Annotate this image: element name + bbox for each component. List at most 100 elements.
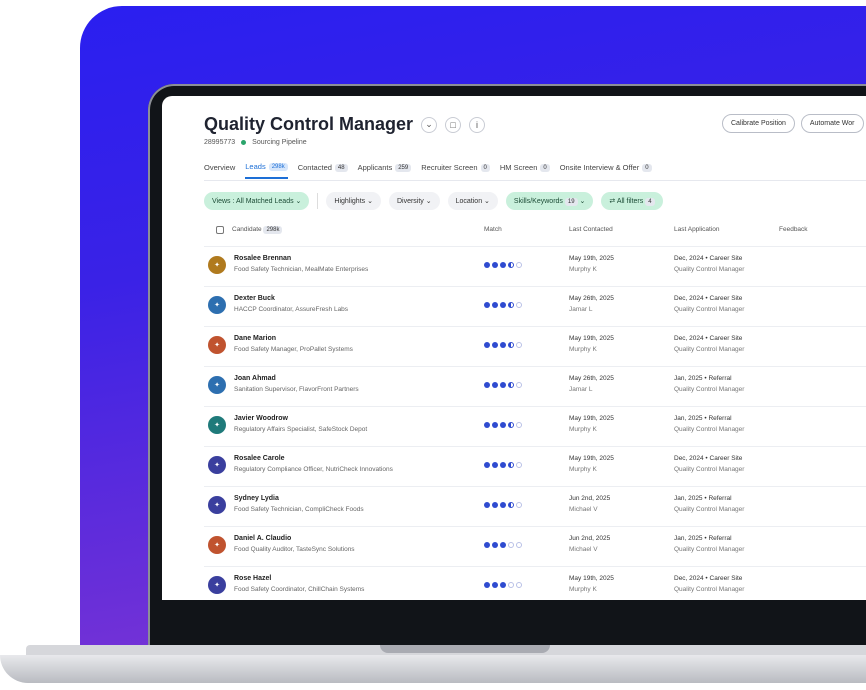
candidate-role: Sanitation Supervisor, FlavorFront Partn… [234, 386, 359, 393]
candidate-name[interactable]: Rosalee Carole [234, 455, 285, 462]
table-row[interactable]: ✦ Dane Marion Food Safety Manager, ProPall… [204, 326, 866, 366]
skills-keywords-dropdown[interactable]: Skills/Keywords 19 ⌄ [505, 192, 594, 210]
feedback-column-header[interactable]: Feedback [779, 226, 808, 233]
diversity-dropdown[interactable]: Diversity ⌄ [388, 192, 440, 210]
avatar[interactable]: ✦ [208, 376, 226, 394]
last-application-source: Jan, 2025 • Referral [674, 415, 732, 422]
tab-count-badge: 48 [334, 163, 348, 172]
last-contacted-by: Murphy K [569, 586, 597, 593]
last-application-source: Dec, 2024 • Career Site [674, 295, 743, 302]
last-contacted-date: May 19th, 2025 [569, 255, 614, 262]
match-dot [500, 542, 506, 548]
status-dot-icon [241, 140, 247, 145]
match-dot [500, 582, 506, 588]
candidate-name[interactable]: Dane Marion [234, 335, 276, 342]
tab-contacted[interactable]: Contacted 48 [298, 162, 348, 179]
candidate-role: Food Safety Technician, MealMate Enterpr… [234, 266, 369, 273]
match-dot [492, 422, 498, 428]
match-column-header[interactable]: Match [484, 226, 502, 233]
tab-label: Onsite Interview & Offer [559, 163, 640, 172]
last-application-column-header[interactable]: Last Application [674, 226, 720, 233]
location-dropdown[interactable]: Location ⌄ [447, 192, 498, 210]
candidate-role: Regulatory Affairs Specialist, SafeStock… [234, 426, 368, 433]
page-header: Quality Control Manager ⌄ □ i 28995773 S… [204, 114, 486, 146]
match-dot [516, 582, 522, 588]
candidate-column-header[interactable]: Candidate 298k [232, 226, 283, 234]
tab-recruiter-screen[interactable]: Recruiter Screen 0 [421, 162, 490, 179]
candidate-name[interactable]: Javier Woodrow [234, 415, 288, 422]
tab-leads[interactable]: Leads 298k [245, 162, 288, 179]
views-dropdown[interactable]: Views : All Matched Leads ⌄ [204, 192, 310, 210]
table-row[interactable]: ✦ Joan Ahmad Sanitation Supervisor, Flavor… [204, 366, 866, 406]
match-dot [484, 462, 490, 468]
match-dot [492, 262, 498, 268]
candidate-name[interactable]: Sydney Lydia [234, 495, 279, 502]
select-all-checkbox[interactable] [216, 226, 224, 234]
tab-label: Recruiter Screen [421, 163, 478, 172]
chevron-down-icon[interactable]: ⌄ [421, 116, 438, 133]
bookmark-icon[interactable]: □ [445, 116, 462, 133]
info-icon[interactable]: i [469, 116, 486, 133]
candidate-name[interactable]: Joan Ahmad [234, 375, 276, 382]
match-score-dots [484, 342, 522, 348]
table-row[interactable]: ✦ Javier Woodrow Regulatory Affairs Specia… [204, 406, 866, 446]
avatar[interactable]: ✦ [208, 536, 226, 554]
match-dot [484, 422, 490, 428]
all-filters-button[interactable]: ⇄ All filters 4 [601, 192, 663, 210]
pipeline-tabs: Overview Leads 298k Contacted 48 Applicants 25… [204, 162, 652, 179]
match-dot [516, 382, 522, 388]
candidate-name[interactable]: Rose Hazel [234, 575, 271, 582]
avatar[interactable]: ✦ [208, 496, 226, 514]
last-contacted-by: Murphy K [569, 466, 597, 473]
match-dot [508, 422, 514, 428]
avatar[interactable]: ✦ [208, 416, 226, 434]
candidate-name[interactable]: Rosalee Brennan [234, 255, 291, 262]
last-application-source: Dec, 2024 • Career Site [674, 335, 743, 342]
last-contacted-by: Jamar L [569, 306, 593, 313]
last-contacted-by: Murphy K [569, 346, 597, 353]
last-contacted-by: Michael V [569, 546, 598, 553]
table-row[interactable]: ✦ Sydney Lydia Food Safety Technician, Com… [204, 486, 866, 526]
avatar[interactable]: ✦ [208, 296, 226, 314]
last-contacted-date: May 19th, 2025 [569, 335, 614, 342]
match-dot [516, 422, 522, 428]
match-dot [492, 302, 498, 308]
candidate-role: Food Quality Auditor, TasteSync Solution… [234, 546, 355, 553]
match-dot [508, 582, 514, 588]
match-score-dots [484, 542, 522, 548]
last-contacted-column-header[interactable]: Last Contacted [569, 226, 613, 233]
tab-divider [204, 180, 866, 181]
candidate-role: HACCP Coordinator, AssureFresh Labs [234, 306, 349, 313]
avatar[interactable]: ✦ [208, 576, 226, 594]
table-row[interactable]: ✦ Rosalee Carole Regulatory Compliance Off… [204, 446, 866, 486]
tab-hm-screen[interactable]: HM Screen 0 [500, 162, 550, 179]
tab-overview[interactable]: Overview [204, 162, 235, 179]
match-dot [484, 342, 490, 348]
table-row[interactable]: ✦ Rose Hazel Food Safety Coordinator, Chil… [204, 566, 866, 600]
match-dot [484, 582, 490, 588]
laptop-base [0, 645, 866, 690]
match-dot [492, 382, 498, 388]
last-application-role: Quality Control Manager [674, 546, 745, 553]
avatar[interactable]: ✦ [208, 256, 226, 274]
tab-applicants[interactable]: Applicants 259 [358, 162, 412, 179]
match-dot [516, 502, 522, 508]
calibrate-position-button[interactable]: Calibrate Position [722, 114, 795, 133]
avatar[interactable]: ✦ [208, 456, 226, 474]
table-row[interactable]: ✦ Dexter Buck HACCP Coordinator, AssureFre… [204, 286, 866, 326]
candidate-name[interactable]: Dexter Buck [234, 295, 275, 302]
automate-workflow-button[interactable]: Automate Wor [800, 114, 864, 133]
match-dot [508, 462, 514, 468]
tab-onsite-interview-offer[interactable]: Onsite Interview & Offer 0 [560, 162, 652, 179]
table-row[interactable]: ✦ Daniel A. Claudio Food Quality Auditor, … [204, 526, 866, 566]
highlights-dropdown[interactable]: Highlights ⌄ [326, 192, 381, 210]
last-contacted-date: Jun 2nd, 2025 [569, 495, 611, 502]
candidate-role: Regulatory Compliance Officer, NutriChec… [234, 466, 393, 473]
candidate-name[interactable]: Daniel A. Claudio [234, 535, 291, 542]
match-score-dots [484, 302, 522, 308]
match-score-dots [484, 382, 522, 388]
last-application-source: Dec, 2024 • Career Site [674, 255, 743, 262]
avatar[interactable]: ✦ [208, 336, 226, 354]
table-row[interactable]: ✦ Rosalee Brennan Food Safety Technician, … [204, 246, 866, 286]
match-dot [492, 542, 498, 548]
